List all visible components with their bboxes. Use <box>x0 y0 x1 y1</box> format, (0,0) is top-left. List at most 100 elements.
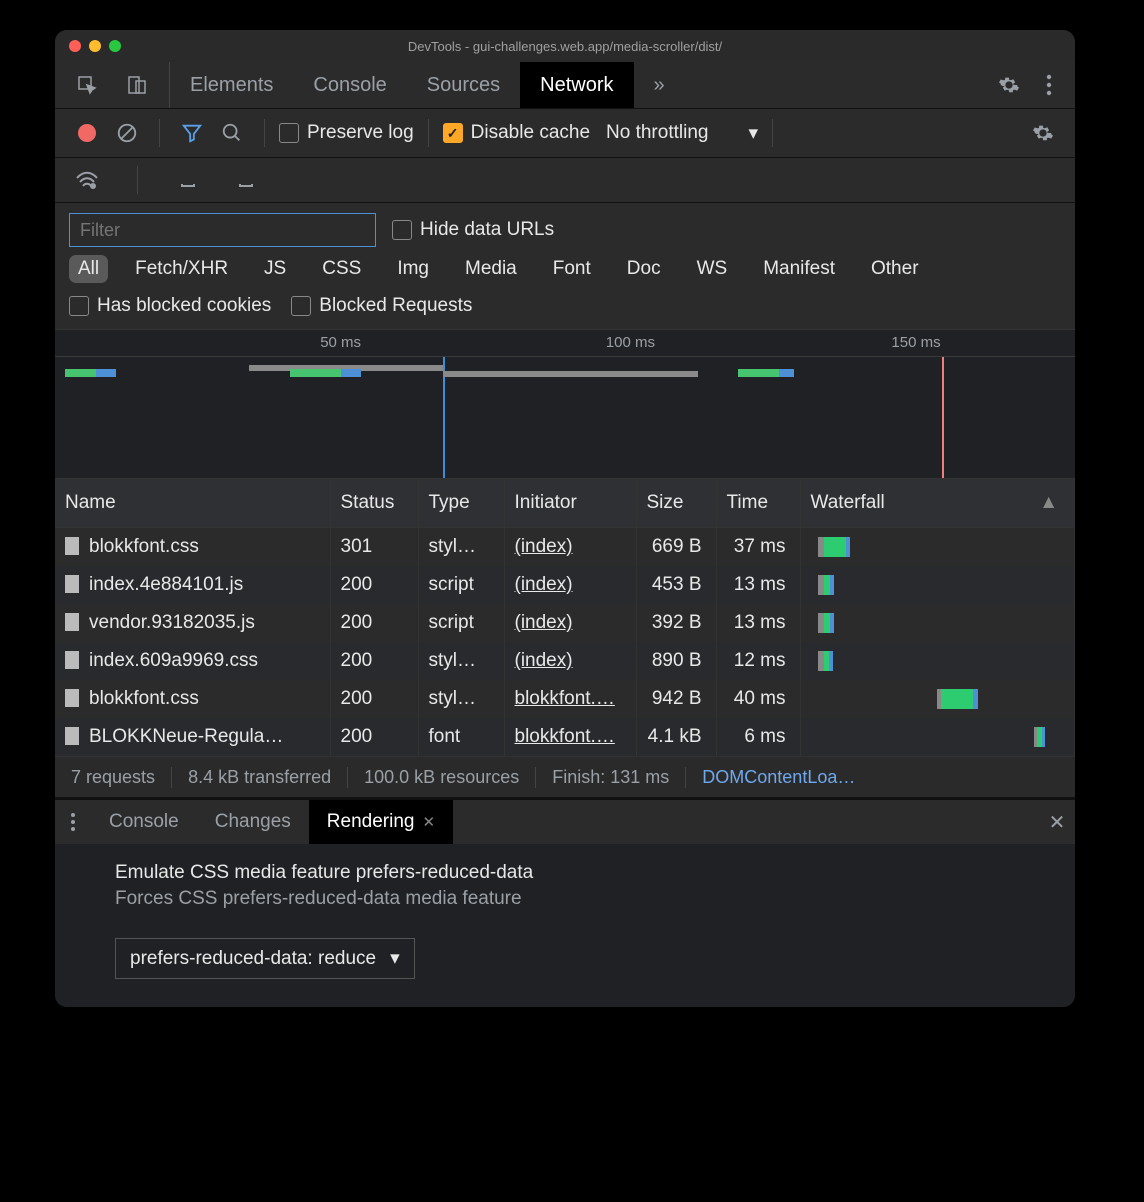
file-icon <box>65 613 79 631</box>
chip-media[interactable]: Media <box>456 255 526 283</box>
timeline-tick: 150 ms <box>891 334 940 351</box>
minimize-window-icon[interactable] <box>89 40 101 52</box>
filter-funnel-icon[interactable] <box>174 115 210 151</box>
timeline-tick: 50 ms <box>320 334 361 351</box>
close-window-icon[interactable] <box>69 40 81 52</box>
chevron-down-icon: ▾ <box>748 122 758 145</box>
has-blocked-cookies-checkbox[interactable]: Has blocked cookies <box>69 295 271 317</box>
drawer-close-icon[interactable]: ✕ <box>1039 804 1075 840</box>
tab-network[interactable]: Network <box>520 62 633 108</box>
close-tab-icon[interactable]: ✕ <box>422 813 435 831</box>
titlebar: DevTools - gui-challenges.web.app/media-… <box>55 30 1075 62</box>
network-toolbar-2 <box>55 158 1075 203</box>
status-transferred: 8.4 kB transferred <box>172 767 348 788</box>
filter-row: Hide data URLs <box>55 203 1075 247</box>
maximize-window-icon[interactable] <box>109 40 121 52</box>
search-icon[interactable] <box>214 115 250 151</box>
network-settings-gear-icon[interactable] <box>1025 115 1061 151</box>
table-row[interactable]: vendor.93182035.js200script(index)392 B1… <box>55 604 1075 642</box>
file-icon <box>65 689 79 707</box>
traffic-lights <box>55 40 121 52</box>
timeline-tick: 100 ms <box>606 334 655 351</box>
emulation-title: Emulate CSS media feature prefers-reduce… <box>115 862 1015 884</box>
rendering-panel: Emulate CSS media feature prefers-reduce… <box>55 844 1075 1007</box>
table-row[interactable]: index.609a9969.css200styl…(index)890 B12… <box>55 642 1075 680</box>
chip-other[interactable]: Other <box>862 255 928 283</box>
chip-manifest[interactable]: Manifest <box>754 255 844 283</box>
settings-gear-icon[interactable] <box>991 67 1027 103</box>
file-icon <box>65 575 79 593</box>
hide-data-urls-checkbox[interactable]: Hide data URLs <box>392 219 554 241</box>
export-har-icon[interactable] <box>228 162 264 198</box>
file-icon <box>65 727 79 745</box>
tabs-overflow[interactable]: » <box>634 62 685 108</box>
col-initiator[interactable]: Initiator <box>504 479 636 528</box>
resource-type-filters: All Fetch/XHR JS CSS Img Media Font Doc … <box>55 247 1075 291</box>
tab-sources[interactable]: Sources <box>407 62 520 108</box>
kebab-menu-icon[interactable] <box>1031 67 1067 103</box>
throttling-dropdown[interactable]: No throttling ▾ <box>606 122 758 145</box>
drawer-tab-rendering[interactable]: Rendering ✕ <box>309 800 453 844</box>
window-title: DevTools - gui-challenges.web.app/media-… <box>55 39 1075 54</box>
load-marker <box>942 357 944 479</box>
col-waterfall[interactable]: Waterfall▲ <box>800 479 1075 528</box>
file-icon <box>65 651 79 669</box>
inspect-element-icon[interactable] <box>69 67 105 103</box>
initiator-link[interactable]: (index) <box>515 536 573 557</box>
chip-js[interactable]: JS <box>255 255 295 283</box>
chip-css[interactable]: CSS <box>313 255 370 283</box>
network-toolbar: Preserve log Disable cache No throttling… <box>55 109 1075 158</box>
initiator-link[interactable]: blokkfont.… <box>515 688 615 709</box>
blocked-requests-checkbox[interactable]: Blocked Requests <box>291 295 472 317</box>
status-finish: Finish: 131 ms <box>536 767 686 788</box>
initiator-link[interactable]: blokkfont.… <box>515 726 615 747</box>
chip-fetch-xhr[interactable]: Fetch/XHR <box>126 255 237 283</box>
emulation-subtitle: Forces CSS prefers-reduced-data media fe… <box>115 888 1015 910</box>
chip-img[interactable]: Img <box>388 255 438 283</box>
prefers-reduced-data-select[interactable]: prefers-reduced-data: reduce ▾ <box>115 938 415 979</box>
drawer-tabs: Console Changes Rendering ✕ ✕ <box>55 797 1075 844</box>
blocked-filter-row: Has blocked cookies Blocked Requests <box>55 291 1075 329</box>
initiator-link[interactable]: (index) <box>515 650 573 671</box>
filter-input[interactable] <box>69 213 376 247</box>
device-toolbar-icon[interactable] <box>119 67 155 103</box>
col-time[interactable]: Time <box>716 479 800 528</box>
devtools-window: DevTools - gui-challenges.web.app/media-… <box>55 30 1075 1007</box>
import-har-icon[interactable] <box>170 162 206 198</box>
preserve-log-label: Preserve log <box>307 122 414 144</box>
chip-ws[interactable]: WS <box>688 255 737 283</box>
drawer-tab-console[interactable]: Console <box>91 800 197 844</box>
overview-timeline[interactable]: 50 ms 100 ms 150 ms <box>55 329 1075 479</box>
disable-cache-checkbox[interactable]: Disable cache <box>443 122 590 144</box>
status-resources: 100.0 kB resources <box>348 767 536 788</box>
tab-elements[interactable]: Elements <box>170 62 293 108</box>
tab-console[interactable]: Console <box>293 62 406 108</box>
table-row[interactable]: blokkfont.css200styl…blokkfont.…942 B40 … <box>55 680 1075 718</box>
col-name[interactable]: Name <box>55 479 330 528</box>
network-status-bar: 7 requests 8.4 kB transferred 100.0 kB r… <box>55 756 1075 797</box>
network-conditions-icon[interactable] <box>69 162 105 198</box>
table-row[interactable]: BLOKKNeue-Regula…200fontblokkfont.…4.1 k… <box>55 718 1075 756</box>
table-row[interactable]: index.4e884101.js200script(index)453 B13… <box>55 566 1075 604</box>
preserve-log-checkbox[interactable]: Preserve log <box>279 122 414 144</box>
col-size[interactable]: Size <box>636 479 716 528</box>
initiator-link[interactable]: (index) <box>515 574 573 595</box>
request-table: Name Status Type Initiator Size Time Wat… <box>55 479 1075 756</box>
record-button[interactable] <box>69 115 105 151</box>
col-type[interactable]: Type <box>418 479 504 528</box>
drawer-kebab-icon[interactable] <box>55 804 91 840</box>
table-row[interactable]: blokkfont.css301styl…(index)669 B37 ms <box>55 528 1075 567</box>
chip-doc[interactable]: Doc <box>618 255 670 283</box>
col-status[interactable]: Status <box>330 479 418 528</box>
main-tabs: Elements Console Sources Network » <box>55 62 1075 109</box>
status-requests: 7 requests <box>55 767 172 788</box>
status-domcontentloaded: DOMContentLoa… <box>686 767 871 788</box>
file-icon <box>65 537 79 555</box>
drawer-tab-changes[interactable]: Changes <box>197 800 309 844</box>
chevron-down-icon: ▾ <box>390 947 400 970</box>
clear-icon[interactable] <box>109 115 145 151</box>
chip-font[interactable]: Font <box>544 255 600 283</box>
initiator-link[interactable]: (index) <box>515 612 573 633</box>
chip-all[interactable]: All <box>69 255 108 283</box>
disable-cache-label: Disable cache <box>471 122 590 144</box>
